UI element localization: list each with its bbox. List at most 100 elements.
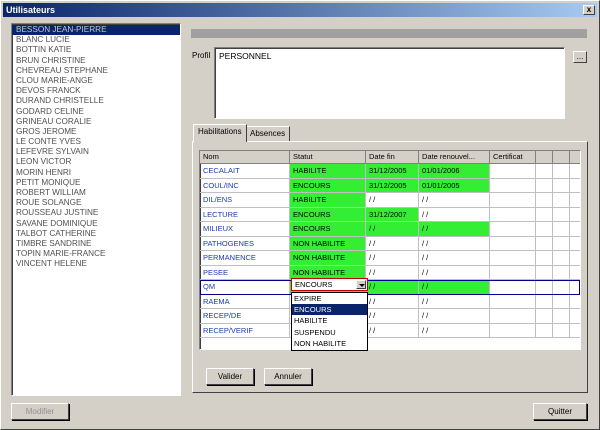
statut-option[interactable]: ENCOURS <box>292 304 367 316</box>
valider-button[interactable]: Valider <box>206 368 254 385</box>
grid-cell-empty[interactable] <box>553 222 570 237</box>
grid-cell-date-fin[interactable]: 31/12/2005 <box>366 164 419 179</box>
grid-cell-date-fin[interactable]: / / <box>366 193 419 208</box>
modifier-button[interactable]: Modifier <box>11 403 69 420</box>
grid-cell-empty[interactable] <box>553 251 570 266</box>
grid-cell-empty[interactable] <box>553 164 570 179</box>
tab-absences[interactable]: Absences <box>245 126 291 141</box>
grid-cell-empty[interactable] <box>553 294 570 309</box>
column-header[interactable] <box>553 151 570 164</box>
grid-cell-statut[interactable]: ENCOURS <box>290 178 366 193</box>
statut-option[interactable]: SUSPENDU <box>292 327 367 338</box>
user-list-item[interactable]: MORIN HENRI <box>12 168 180 178</box>
grid-cell-empty[interactable] <box>490 251 536 266</box>
statut-dropdown-list[interactable]: EXPIRE ENCOURS HABILITE SUSPENDU NON HABILIT… <box>291 292 368 351</box>
grid-cell-empty[interactable] <box>490 294 536 309</box>
grid-cell-statut[interactable]: ENCOURS <box>290 207 366 222</box>
grid-cell-nom[interactable]: RECEP/DE <box>200 309 290 324</box>
grid-cell-nom[interactable]: RAEMA <box>200 294 290 309</box>
grid-cell-empty[interactable] <box>570 280 580 295</box>
user-list[interactable]: BESSON JEAN-PIERRE BLANC LUCIE BOTTIN KATI… <box>11 23 181 396</box>
grid-cell-empty[interactable] <box>570 251 580 266</box>
grid-cell-date-fin[interactable]: 31/12/2007 <box>366 207 419 222</box>
grid-cell-nom[interactable]: DIL/ENS <box>200 193 290 208</box>
grid-cell-date-renouvel[interactable]: / / <box>419 222 490 237</box>
user-list-item[interactable]: DURAND CHRISTELLE <box>12 96 180 106</box>
grid-cell-date-renouvel[interactable]: / / <box>419 251 490 266</box>
user-list-item[interactable]: ROBERT WILLIAM <box>12 188 180 198</box>
grid-cell-nom[interactable]: MILIEUX <box>200 222 290 237</box>
grid-cell-empty[interactable] <box>570 237 580 251</box>
user-list-item[interactable]: PETIT MONIQUE <box>12 178 180 188</box>
grid-cell-date-fin[interactable]: / / <box>366 222 419 237</box>
chevron-down-icon[interactable] <box>356 280 366 289</box>
statut-option[interactable]: EXPIRE <box>292 293 367 304</box>
user-list-item[interactable]: GRINEAU CORALIE <box>12 117 180 127</box>
user-list-item[interactable]: ROUE SOLANGE <box>12 198 180 208</box>
statut-option[interactable]: NON HABILITE <box>292 338 367 349</box>
user-list-item[interactable]: GROS JEROME <box>12 127 180 137</box>
grid-cell-nom[interactable]: PATHOGENES <box>200 236 290 251</box>
user-list-item[interactable]: SAVANE DOMINIQUE <box>12 219 180 229</box>
tab-habilitations[interactable]: Habilitations <box>193 124 247 142</box>
grid-cell-date-fin[interactable]: / / <box>366 323 419 338</box>
grid-cell-empty[interactable] <box>490 323 536 338</box>
grid-cell-empty[interactable] <box>536 164 553 179</box>
user-list-item[interactable]: TIMBRE SANDRINE <box>12 239 180 249</box>
grid-cell-date-renouvel[interactable]: 01/01/2006 <box>419 164 490 179</box>
grid-cell-empty[interactable] <box>536 236 553 251</box>
grid-cell-nom[interactable]: PERMANENCE <box>200 251 290 266</box>
grid-cell-empty[interactable] <box>570 309 580 324</box>
grid-cell-nom[interactable]: CECALAIT <box>200 164 290 179</box>
grid-cell-empty[interactable] <box>490 164 536 179</box>
grid-cell-empty[interactable] <box>570 266 580 280</box>
grid-cell-empty[interactable] <box>490 222 536 237</box>
grid-cell-empty[interactable] <box>570 208 580 222</box>
grid-cell-empty[interactable] <box>570 179 580 193</box>
grid-cell-date-fin[interactable]: / / <box>366 251 419 266</box>
grid-cell-empty[interactable] <box>553 265 570 280</box>
user-list-item[interactable]: LEON VICTOR <box>12 157 180 167</box>
grid-cell-date-renouvel[interactable]: / / <box>419 265 490 280</box>
grid-cell-nom[interactable]: LECTURE <box>200 207 290 222</box>
grid-cell-empty[interactable] <box>536 207 553 222</box>
grid-cell-date-fin[interactable]: / / <box>366 294 419 309</box>
user-list-item[interactable]: CLOU MARIE-ANGE <box>12 76 180 86</box>
column-header[interactable] <box>536 151 553 164</box>
grid-cell-empty[interactable] <box>570 193 580 208</box>
grid-cell-empty[interactable] <box>536 280 553 295</box>
statut-combo[interactable]: ENCOURS <box>291 278 368 291</box>
grid-cell-date-renouvel[interactable]: 01/01/2005 <box>419 178 490 193</box>
grid-cell-empty[interactable] <box>536 222 553 237</box>
grid-cell-date-renouvel[interactable]: / / <box>419 236 490 251</box>
grid-cell-empty[interactable] <box>490 178 536 193</box>
grid-cell-empty[interactable] <box>490 236 536 251</box>
grid-cell-empty[interactable] <box>536 323 553 338</box>
user-list-item[interactable]: VINCENT HELENE <box>12 259 180 269</box>
column-header[interactable]: Statut <box>290 151 366 164</box>
profil-field[interactable]: PERSONNEL <box>214 47 565 119</box>
grid-cell-empty[interactable] <box>490 309 536 324</box>
grid-cell-empty[interactable] <box>553 178 570 193</box>
profil-browse-button[interactable]: ... <box>573 51 587 63</box>
grid-cell-empty[interactable] <box>536 294 553 309</box>
grid-cell-nom[interactable]: QM <box>200 280 290 295</box>
grid-cell-statut[interactable]: HABILITE <box>290 164 366 179</box>
user-list-item[interactable]: LE CONTE YVES <box>12 137 180 147</box>
grid-cell-empty[interactable] <box>536 193 553 208</box>
grid-cell-date-fin[interactable]: / / <box>366 265 419 280</box>
grid-cell-empty[interactable] <box>570 324 580 338</box>
grid-cell-empty[interactable] <box>553 193 570 208</box>
annuler-button[interactable]: Annuler <box>264 368 312 385</box>
grid-cell-statut[interactable]: NON HABILITE <box>290 251 366 266</box>
grid-cell-empty[interactable] <box>570 295 580 309</box>
user-list-item[interactable]: ROUSSEAU JUSTINE <box>12 208 180 218</box>
statut-option[interactable]: HABILITE <box>292 315 367 326</box>
user-list-item[interactable]: TALBOT CATHERINE <box>12 229 180 239</box>
grid-cell-empty[interactable] <box>490 280 536 295</box>
grid-cell-empty[interactable] <box>536 309 553 324</box>
user-list-item[interactable]: BOTTIN KATIE <box>12 45 180 55</box>
user-list-item[interactable]: CHEVREAU STEPHANE <box>12 66 180 76</box>
grid-cell-statut[interactable]: NON HABILITE <box>290 236 366 251</box>
grid-cell-empty[interactable] <box>553 280 570 295</box>
